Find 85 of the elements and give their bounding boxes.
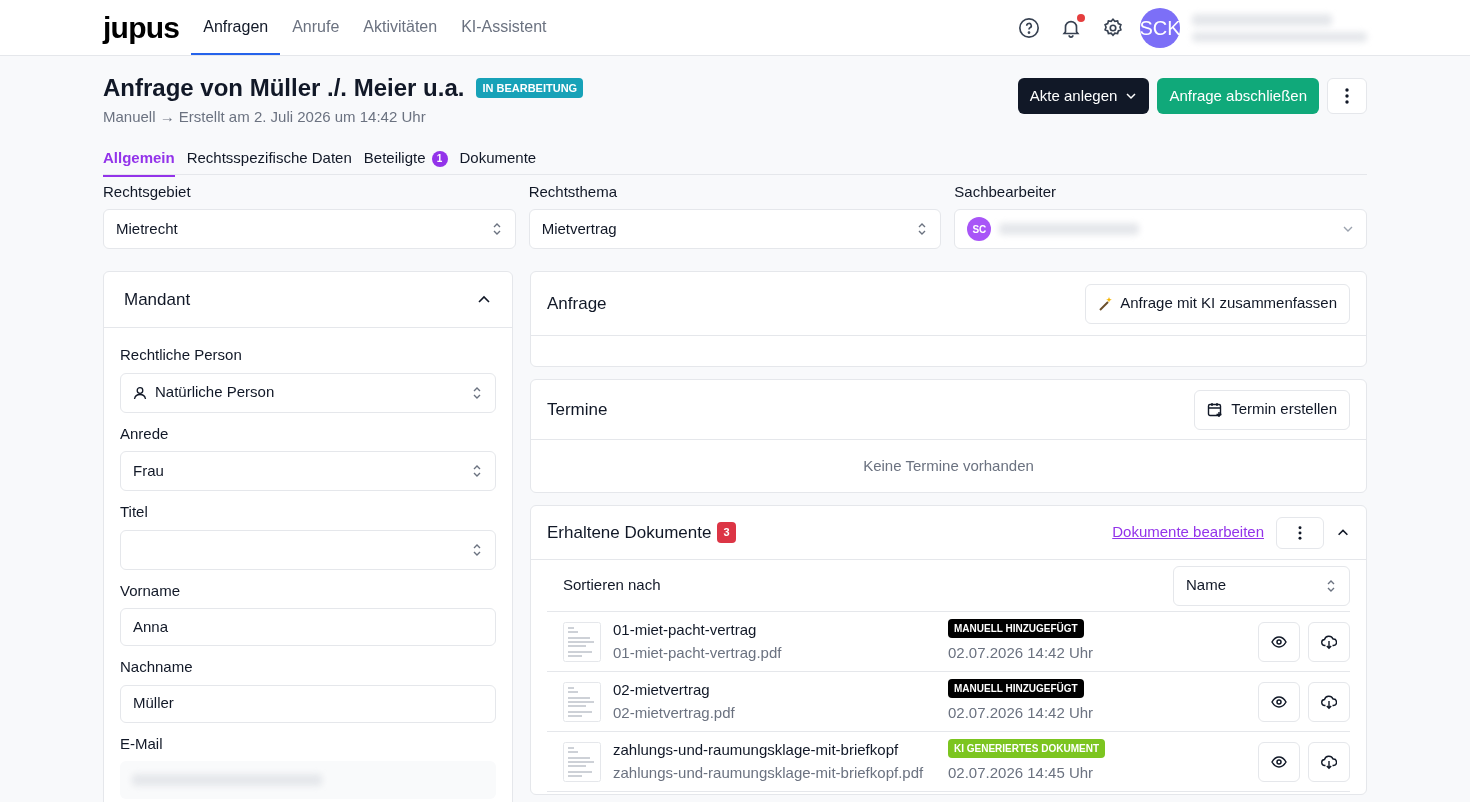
cloud-download-icon xyxy=(1321,693,1337,710)
source-tag: MANUELL HINZUGEFÜGT xyxy=(948,678,1084,698)
user-avatar[interactable]: SCK xyxy=(1140,7,1180,48)
file-name: 02-mietvertrag.pdf xyxy=(613,702,736,723)
sort-label: Sortieren nach xyxy=(563,575,661,596)
select-icon xyxy=(471,464,483,478)
input-field[interactable]: Müller xyxy=(120,684,496,723)
card-title: Mandant xyxy=(124,288,191,311)
edit-documents-link[interactable]: Dokumente bearbeiten xyxy=(1112,521,1264,544)
document-name[interactable]: zahlungs-und-raumungsklage-mit-briefkopf xyxy=(613,739,948,762)
document-date: 02.07.2026 14:42 Uhr xyxy=(948,642,1094,663)
eye-icon xyxy=(1271,755,1287,768)
field-label: Vorname xyxy=(120,580,182,601)
notification-button[interactable] xyxy=(1060,16,1082,39)
field-label: Rechtliche Person xyxy=(120,345,243,365)
tab[interactable]: Rechtsspezifische Daten xyxy=(186,142,352,177)
document-name[interactable]: 02-mietvertrag xyxy=(613,679,948,702)
settings-icon[interactable] xyxy=(1102,16,1124,39)
card-title: Anfrage xyxy=(547,292,607,315)
count-badge: 1 xyxy=(431,150,448,167)
input-field[interactable] xyxy=(120,761,496,799)
nav-tab[interactable]: Anrufe xyxy=(280,0,352,55)
download-button[interactable] xyxy=(1308,681,1350,722)
more-icon xyxy=(1298,525,1302,540)
select-icon xyxy=(471,542,483,557)
document-date: 02.07.2026 14:42 Uhr xyxy=(948,702,1094,723)
cloud-download-icon xyxy=(1321,753,1337,770)
user-avatar: SC xyxy=(967,217,992,241)
sort-icon xyxy=(1325,578,1337,593)
preview-button[interactable] xyxy=(1258,681,1300,722)
field-label: Nachname xyxy=(120,657,194,677)
preview-button[interactable] xyxy=(1258,621,1300,662)
document-name[interactable]: 01-miet-pacht-vertrag xyxy=(613,619,948,642)
sort-select[interactable]: Name xyxy=(1173,565,1350,606)
document-thumbnail xyxy=(563,681,601,722)
field-label: Rechtsthema xyxy=(528,181,619,202)
field-label: Anrede xyxy=(120,423,170,444)
document-date: 02.07.2026 14:45 Uhr xyxy=(948,762,1094,783)
select-field[interactable]: Frau xyxy=(120,451,496,491)
file-name: zahlungs-und-raumungsklage-mit-briefkopf.pdf xyxy=(613,762,925,783)
card-title: Erhaltene Dokumente xyxy=(547,521,712,544)
nav-tab[interactable]: Anfragen xyxy=(191,0,281,55)
download-button[interactable] xyxy=(1308,741,1350,782)
chevron-down-icon xyxy=(1125,90,1138,102)
subtitle: Manuell → Erstellt am 2. Juli 2026 um 14:42 Uhr xyxy=(103,107,427,127)
tab[interactable]: Allgemein xyxy=(103,142,175,177)
status-badge: IN BEARBEITUNG xyxy=(476,77,584,99)
field-label: Sachbearbeiter xyxy=(954,181,1058,202)
cloud-download-icon xyxy=(1321,633,1337,650)
logo[interactable]: jupus xyxy=(103,5,180,50)
help-icon[interactable] xyxy=(1018,16,1040,39)
field-label: Titel xyxy=(120,502,149,522)
select-field[interactable] xyxy=(120,529,496,570)
input-field[interactable]: Anna xyxy=(120,608,496,646)
create-file-button[interactable]: Akte anlegen xyxy=(1017,78,1150,114)
file-name: 01-miet-pacht-vertrag.pdf xyxy=(613,642,783,663)
field-label: Rechtsgebiet xyxy=(103,181,192,202)
tab[interactable]: Dokumente xyxy=(459,142,537,177)
empty-message: Keine Termine vorhanden xyxy=(862,455,1035,476)
select-field[interactable]: Mietrecht xyxy=(103,209,516,249)
field-label: E-Mail xyxy=(120,733,164,754)
download-button[interactable] xyxy=(1308,621,1350,662)
create-appointment-button[interactable]: Termin erstellen xyxy=(1194,389,1350,430)
ai-summary-button[interactable]: Anfrage mit KI zusammenfassen xyxy=(1085,283,1350,324)
document-thumbnail xyxy=(563,621,601,662)
more-button[interactable] xyxy=(1327,78,1367,114)
source-tag: MANUELL HINZUGEFÜGT xyxy=(948,618,1084,638)
source-tag: KI GENERIERTES DOKUMENT xyxy=(948,738,1105,758)
eye-icon xyxy=(1271,695,1287,708)
more-icon xyxy=(1345,88,1349,104)
select-icon xyxy=(471,385,483,400)
count-badge: 3 xyxy=(717,522,736,543)
select-field[interactable]: Natürliche Person xyxy=(120,372,496,413)
nav-tab[interactable]: Aktivitäten xyxy=(351,0,450,55)
eye-icon xyxy=(1271,635,1287,648)
person-icon xyxy=(133,385,147,400)
tab[interactable]: Beteiligte 1 xyxy=(363,142,448,177)
document-thumbnail xyxy=(563,741,601,782)
page-title: Anfrage von Müller ./. Meier u.a. xyxy=(103,73,465,103)
preview-button[interactable] xyxy=(1258,741,1300,782)
calendar-icon xyxy=(1207,401,1224,418)
nav-tab[interactable]: KI-Assistent xyxy=(449,0,559,55)
select-field[interactable]: Mietvertrag xyxy=(528,209,942,249)
select-field[interactable]: SC xyxy=(954,209,1367,249)
card-title: Termine xyxy=(547,398,608,421)
